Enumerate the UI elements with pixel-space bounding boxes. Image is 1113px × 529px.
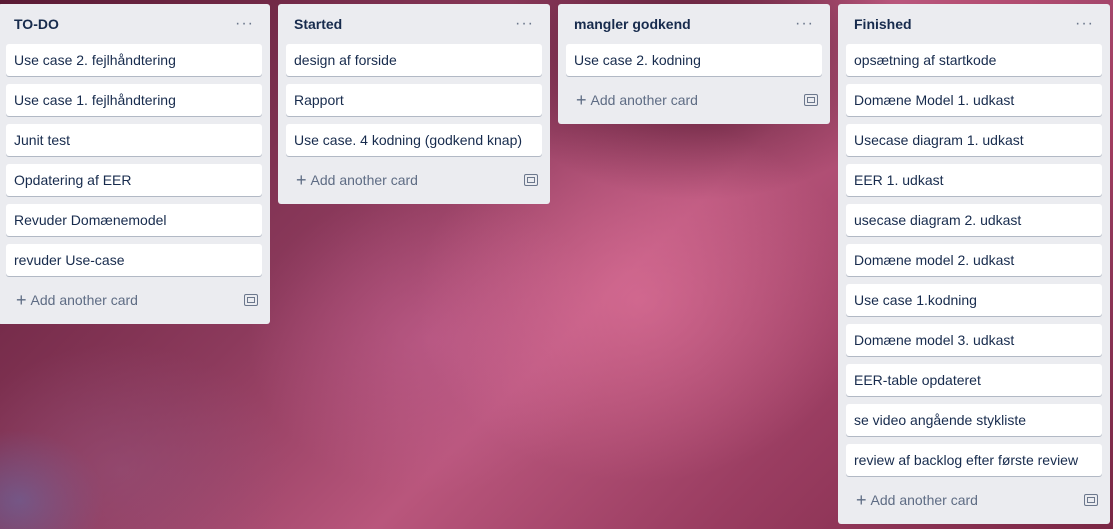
add-card-row: + Add another card xyxy=(566,84,822,116)
card[interactable]: Rapport xyxy=(286,84,542,116)
list-header: Finished ··· xyxy=(846,4,1102,44)
card[interactable]: Use case. 4 kodning (godkend knap) xyxy=(286,124,542,156)
card-template-icon[interactable] xyxy=(1084,494,1098,506)
card[interactable]: Opdatering af EER xyxy=(6,164,262,196)
add-card-button[interactable]: + Add another card xyxy=(16,290,138,310)
add-card-row: + Add another card xyxy=(846,484,1102,516)
list-header: TO-DO ··· xyxy=(6,4,262,44)
card[interactable]: se video angående stykliste xyxy=(846,404,1102,436)
list-header: Started ··· xyxy=(286,4,542,44)
card[interactable]: EER-table opdateret xyxy=(846,364,1102,396)
card[interactable]: revuder Use-case xyxy=(6,244,262,276)
card[interactable]: Junit test xyxy=(6,124,262,156)
card[interactable]: Usecase diagram 1. udkast xyxy=(846,124,1102,156)
card[interactable]: Use case 2. kodning xyxy=(566,44,822,76)
plus-icon: + xyxy=(296,170,307,190)
add-card-label: Add another card xyxy=(590,92,698,108)
add-card-row: + Add another card xyxy=(6,284,262,316)
list-finished: Finished ··· opsætning af startkode Domæ… xyxy=(838,4,1110,524)
card[interactable]: Revuder Domænemodel xyxy=(6,204,262,236)
list-menu-icon[interactable]: ··· xyxy=(791,15,818,33)
card[interactable]: usecase diagram 2. udkast xyxy=(846,204,1102,236)
card[interactable]: Domæne Model 1. udkast xyxy=(846,84,1102,116)
add-card-label: Add another card xyxy=(870,492,978,508)
add-card-button[interactable]: + Add another card xyxy=(296,170,418,190)
card-template-icon[interactable] xyxy=(804,94,818,106)
list-header: mangler godkend ··· xyxy=(566,4,822,44)
card[interactable]: Use case 2. fejlhåndtering xyxy=(6,44,262,76)
plus-icon: + xyxy=(576,90,587,110)
list-title[interactable]: Started xyxy=(294,16,342,32)
list-todo: TO-DO ··· Use case 2. fejlhåndtering Use… xyxy=(0,4,270,324)
list-started: Started ··· design af forside Rapport Us… xyxy=(278,4,550,204)
plus-icon: + xyxy=(856,490,867,510)
card[interactable]: design af forside xyxy=(286,44,542,76)
list-menu-icon[interactable]: ··· xyxy=(231,15,258,33)
card[interactable]: Domæne model 2. udkast xyxy=(846,244,1102,276)
card[interactable]: opsætning af startkode xyxy=(846,44,1102,76)
list-title[interactable]: TO-DO xyxy=(14,16,59,32)
add-card-label: Add another card xyxy=(310,172,418,188)
card[interactable]: Use case 1. fejlhåndtering xyxy=(6,84,262,116)
add-card-button[interactable]: + Add another card xyxy=(856,490,978,510)
card[interactable]: EER 1. udkast xyxy=(846,164,1102,196)
add-card-label: Add another card xyxy=(30,292,138,308)
card[interactable]: Use case 1.kodning xyxy=(846,284,1102,316)
list-title[interactable]: mangler godkend xyxy=(574,16,691,32)
card[interactable]: review af backlog efter første review xyxy=(846,444,1102,476)
card-template-icon[interactable] xyxy=(524,174,538,186)
add-card-button[interactable]: + Add another card xyxy=(576,90,698,110)
list-title[interactable]: Finished xyxy=(854,16,912,32)
card[interactable]: Domæne model 3. udkast xyxy=(846,324,1102,356)
list-mangler-godkend: mangler godkend ··· Use case 2. kodning … xyxy=(558,4,830,124)
plus-icon: + xyxy=(16,290,27,310)
list-menu-icon[interactable]: ··· xyxy=(511,15,538,33)
list-menu-icon[interactable]: ··· xyxy=(1071,15,1098,33)
card-template-icon[interactable] xyxy=(244,294,258,306)
add-card-row: + Add another card xyxy=(286,164,542,196)
